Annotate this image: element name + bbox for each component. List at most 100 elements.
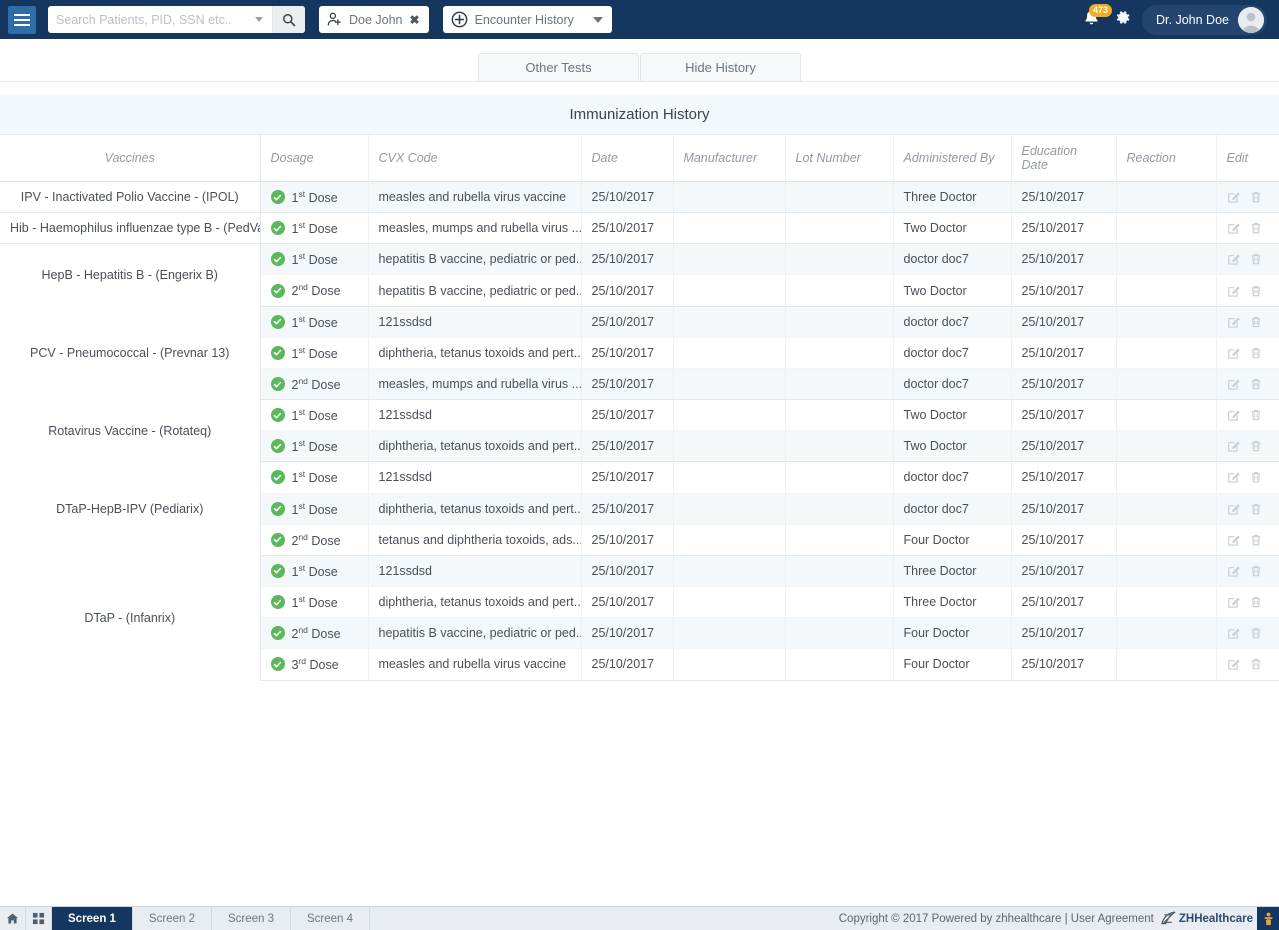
administered-by-cell: Three Doctor <box>893 181 1012 214</box>
top-navigation-bar: Doe John ✖ Encounter History 473 <box>0 0 1279 39</box>
trash-icon[interactable] <box>1249 657 1263 671</box>
plus-circle-icon <box>451 11 467 28</box>
trash-icon[interactable] <box>1249 533 1263 547</box>
trash-icon[interactable] <box>1249 252 1263 266</box>
hamburger-menu-icon[interactable] <box>8 5 36 34</box>
administered-by-cell: doctor doc7 <box>893 306 1012 338</box>
edit-pencil-icon[interactable] <box>1227 439 1241 453</box>
edit-pencil-icon[interactable] <box>1227 564 1241 578</box>
trash-icon[interactable] <box>1249 595 1263 609</box>
manufacturer-cell <box>673 617 786 650</box>
trash-icon[interactable] <box>1249 502 1263 516</box>
vaccine-name-cell: Rotavirus Vaccine - (Rotateq) <box>0 399 261 462</box>
copyright-text[interactable]: Copyright © 2017 Powered by zhhealthcare… <box>839 913 1154 925</box>
taskbar-status-icon[interactable] <box>1257 907 1279 930</box>
lot-number-cell <box>785 555 894 588</box>
edit-pencil-icon[interactable] <box>1227 657 1241 671</box>
edit-pencil-icon[interactable] <box>1227 221 1241 235</box>
reaction-cell <box>1116 586 1217 619</box>
tab-hide-history[interactable]: Hide History <box>640 53 801 81</box>
date-cell: 25/10/2017 <box>581 493 674 525</box>
encounter-history-chip[interactable]: Encounter History <box>442 6 612 33</box>
edit-pencil-icon[interactable] <box>1227 470 1241 484</box>
manufacturer-cell <box>673 648 786 681</box>
trash-icon[interactable] <box>1249 315 1263 329</box>
administered-by-cell: Three Doctor <box>893 586 1012 619</box>
edit-pencil-icon[interactable] <box>1227 346 1241 360</box>
home-icon[interactable] <box>0 907 26 930</box>
tab-other-tests[interactable]: Other Tests <box>478 53 639 81</box>
notifications-button[interactable]: 473 <box>1081 3 1113 32</box>
trash-icon[interactable] <box>1249 564 1263 578</box>
manufacturer-cell <box>673 181 786 214</box>
reaction-cell <box>1116 555 1217 588</box>
column-header-edit: Edit <box>1216 135 1279 182</box>
trash-icon[interactable] <box>1249 470 1263 484</box>
reaction-cell <box>1116 368 1217 401</box>
patient-chip[interactable]: Doe John ✖ <box>319 6 429 33</box>
search-input[interactable] <box>48 6 255 33</box>
cvx-code-cell: 121ssdsd <box>368 306 582 338</box>
date-cell: 25/10/2017 <box>581 212 674 245</box>
settings-button[interactable] <box>1113 8 1132 32</box>
reaction-cell <box>1116 274 1217 307</box>
chevron-down-icon[interactable] <box>255 17 263 22</box>
edit-pencil-icon[interactable] <box>1227 533 1241 547</box>
lot-number-cell <box>785 274 894 307</box>
check-circle-icon <box>270 377 285 392</box>
check-circle-icon <box>270 283 285 298</box>
manufacturer-cell <box>673 493 786 525</box>
administered-by-cell: Four Doctor <box>893 524 1012 556</box>
trash-icon[interactable] <box>1249 626 1263 640</box>
cvx-code-cell: tetanus and diphtheria toxoids, ads... <box>368 524 582 556</box>
edit-pencil-icon[interactable] <box>1227 377 1241 391</box>
edit-pencil-icon[interactable] <box>1227 315 1241 329</box>
table-row: PCV - Pneumococcal - (Prevnar 13) 1st Dos… <box>0 306 1279 400</box>
trash-icon[interactable] <box>1249 377 1263 391</box>
edit-pencil-icon[interactable] <box>1227 252 1241 266</box>
grid-apps-glyph <box>32 912 45 925</box>
patient-search-box[interactable] <box>48 6 305 33</box>
check-circle-icon <box>270 501 285 516</box>
taskbar-screen-4[interactable]: Screen 4 <box>291 907 371 930</box>
close-icon[interactable]: ✖ <box>410 13 420 27</box>
trash-icon[interactable] <box>1249 190 1263 204</box>
trash-icon[interactable] <box>1249 284 1263 298</box>
trash-icon[interactable] <box>1249 346 1263 360</box>
taskbar-screen-2[interactable]: Screen 2 <box>133 907 212 930</box>
tab-strip-area: Other Tests Hide History <box>0 39 1279 95</box>
edit-pencil-icon[interactable] <box>1227 408 1241 422</box>
tab-label: Hide History <box>685 60 756 75</box>
vaccine-name-cell: DTaP - (Infanrix) <box>0 555 261 680</box>
taskbar-screen-3[interactable]: Screen 3 <box>212 907 292 930</box>
search-button[interactable] <box>272 6 305 33</box>
trash-icon[interactable] <box>1249 408 1263 422</box>
dose-label: 1st Dose <box>291 438 338 455</box>
lot-number-cell <box>785 243 894 276</box>
reaction-cell <box>1116 212 1217 245</box>
column-header-lot-number: Lot Number <box>785 135 894 182</box>
edit-pencil-icon[interactable] <box>1227 626 1241 640</box>
edit-pencil-icon[interactable] <box>1227 190 1241 204</box>
grid-apps-icon[interactable] <box>26 907 52 930</box>
taskbar-screen-1[interactable]: Screen 1 <box>52 907 133 930</box>
cvx-code-cell: diphtheria, tetanus toxoids and pert... <box>368 493 582 525</box>
dosage-cell: 1st Dose <box>260 243 369 276</box>
trash-icon[interactable] <box>1249 439 1263 453</box>
edit-pencil-icon[interactable] <box>1227 284 1241 298</box>
taskbar-screen-label: Screen 1 <box>68 912 116 925</box>
caret-down-icon[interactable] <box>592 16 603 23</box>
dosage-cell: 2nd Dose <box>260 368 369 401</box>
trash-icon[interactable] <box>1249 221 1263 235</box>
user-menu-button[interactable]: Dr. John Doe <box>1142 4 1267 35</box>
search-icon <box>283 13 296 26</box>
taskbar-screen-label: Screen 4 <box>307 912 354 925</box>
edit-pencil-icon[interactable] <box>1227 502 1241 516</box>
date-cell: 25/10/2017 <box>581 586 674 619</box>
dosage-cell: 3rd Dose <box>260 648 369 681</box>
table-row: Rotavirus Vaccine - (Rotateq) 1st Dose 121… <box>0 399 1279 462</box>
edit-cell <box>1216 648 1279 681</box>
reaction-cell <box>1116 493 1217 525</box>
edit-pencil-icon[interactable] <box>1227 595 1241 609</box>
edit-cell <box>1216 274 1279 307</box>
